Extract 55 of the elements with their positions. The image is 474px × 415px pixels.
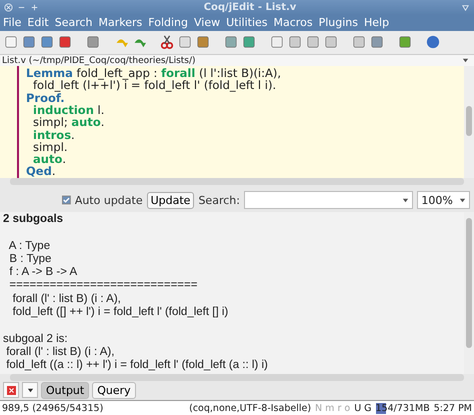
output-line: A : Type (8, 240, 52, 253)
code-line: simpl; auto. (32, 116, 106, 129)
code-line: Proof. (26, 92, 65, 104)
search-label: Search: (198, 194, 240, 207)
checkbox[interactable] (62, 195, 71, 206)
menu-item[interactable]: View (194, 16, 220, 30)
menu-item[interactable]: Macros (274, 16, 313, 30)
code-line: Lemma fold_left_app : forall (l l':list B)(i:A), (26, 67, 282, 80)
code-line: induction l. (32, 104, 106, 116)
triangle-icon[interactable] (461, 2, 470, 12)
menu-item[interactable]: Help (364, 16, 390, 30)
code-line: simpl. (32, 140, 69, 154)
dropdown-icon[interactable] (462, 57, 469, 64)
output-line: 2 subgoals (3, 212, 64, 226)
buffer-mode: (coq,none,UTF-8-Isabelle) (189, 402, 312, 414)
update-button[interactable]: Update (146, 192, 194, 209)
horizontal-scrollbar[interactable] (10, 178, 464, 186)
maximize-icon[interactable] (30, 2, 39, 12)
menu-item[interactable]: Search (54, 16, 93, 30)
caret-icon (26, 386, 34, 394)
output-line: forall (l' : list B) (i : A), (5, 346, 116, 360)
menu-item[interactable]: File (3, 16, 22, 30)
dock-tab[interactable]: Query (92, 382, 136, 399)
menu-item[interactable]: Markers (98, 16, 142, 30)
status-flags: U G (354, 402, 372, 414)
dropdown-icon (402, 196, 410, 204)
search-field[interactable] (244, 191, 414, 210)
code-line: fold_left (l++l') i = fold_left l' (fold_left l i). (32, 79, 276, 92)
caret-position: 989,5 (24965/54315) (2, 402, 104, 414)
dropdown-icon (459, 196, 466, 204)
zoom-dropdown[interactable]: 100% (417, 191, 470, 210)
menu-button[interactable] (22, 382, 38, 398)
code-line: intros. (32, 128, 76, 141)
status-flags: N m r o (315, 402, 350, 414)
dock-tab[interactable]: Output (41, 382, 90, 399)
scrollbar[interactable] (464, 66, 474, 178)
scissors-icon[interactable] (160, 35, 174, 50)
close-button[interactable] (3, 382, 19, 398)
output-line: forall (l' : list B) (i : A), (12, 292, 122, 306)
code-line: auto. (33, 153, 68, 166)
output-line: f : A -> B -> A (8, 266, 78, 280)
window-title: Coq/jEdit - List.v (202, 2, 298, 13)
code-line: Qed. (26, 165, 56, 178)
output-line: B : Type (8, 252, 52, 266)
menu-item[interactable]: Utilities (226, 16, 268, 30)
output-line: fold_left ((a :: l) ++ l') i = fold_left l' (fold_left (a :: l) i) (5, 359, 269, 373)
checkbox-label: Auto update (74, 194, 143, 207)
scrollbar[interactable] (464, 212, 474, 374)
output-line: ============================ (8, 279, 198, 293)
menu-item[interactable]: Folding (148, 16, 188, 30)
output-line: subgoal 2 is: (3, 332, 69, 346)
output-line: fold_left ([] ++ l') i = fold_left l' (fold_left [] i) (12, 306, 230, 320)
menu-item[interactable]: Edit (27, 16, 49, 30)
menu-item[interactable]: Plugins (318, 16, 358, 30)
clock: 5:27 PM (434, 402, 472, 414)
